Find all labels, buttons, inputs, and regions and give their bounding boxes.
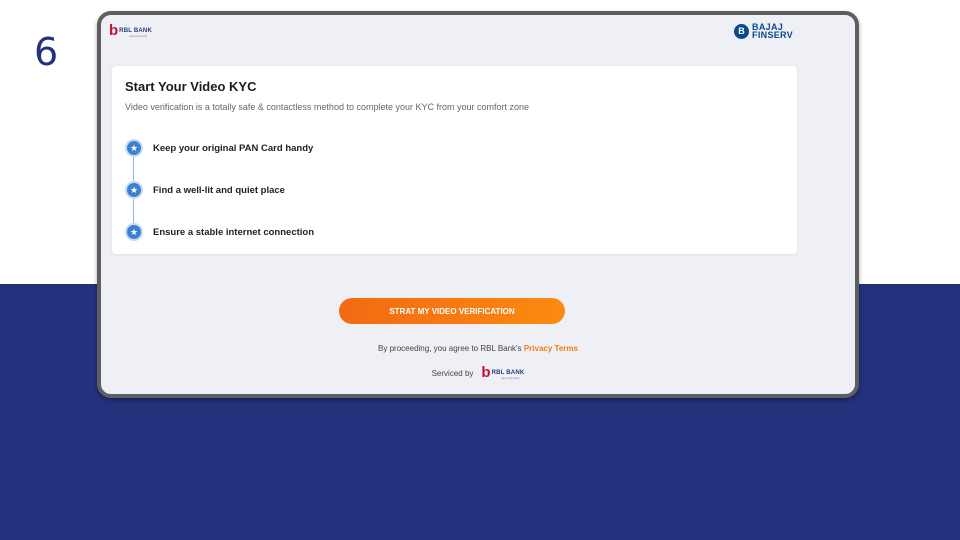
rbl-logo-mark: b <box>481 364 491 381</box>
rbl-logo-mark: b <box>109 22 119 39</box>
kyc-step: ★ Ensure a stable internet connection <box>125 223 314 241</box>
rbl-bank-footer-logo: b RBL BANK apno ka bank <box>481 364 524 381</box>
bajaj-emblem-icon: B <box>734 23 750 39</box>
kyc-step-label: Keep your original PAN Card handy <box>153 142 314 154</box>
serviced-by-label: Serviced by <box>431 368 474 378</box>
kyc-subtitle: Video verification is a totally safe & c… <box>125 102 530 112</box>
star-icon: ★ <box>125 139 143 157</box>
start-video-verification-button[interactable]: STRAT MY VIDEO VERIFICATION <box>339 298 565 324</box>
star-icon: ★ <box>125 181 143 199</box>
step-number: 6 <box>34 30 59 74</box>
privacy-terms-link[interactable]: Privacy Terms <box>524 344 578 353</box>
rbl-logo-tagline: apno ka bank <box>501 376 520 380</box>
top-bar: b RBL BANK apno ka bank B BAJAJ FINSERV <box>101 15 855 55</box>
kyc-step-label: Ensure a stable internet connection <box>153 226 315 238</box>
bajaj-logo-line2: FINSERV <box>752 30 793 40</box>
serviced-by: Serviced by b RBL BANK apno ka bank <box>101 364 855 381</box>
kyc-card: Start Your Video KYC Video verification … <box>112 66 797 254</box>
star-icon: ★ <box>125 223 143 241</box>
kyc-step-label: Find a well-lit and quiet place <box>153 184 285 196</box>
kyc-title: Start Your Video KYC <box>125 79 257 94</box>
kyc-step: ★ Keep your original PAN Card handy <box>125 139 313 157</box>
bajaj-finserv-logo: B BAJAJ FINSERV <box>734 23 793 40</box>
rbl-logo-tagline: apno ka bank <box>129 34 148 38</box>
consent-text: By proceeding, you agree to RBL Bank's P… <box>101 344 855 353</box>
device-frame: b RBL BANK apno ka bank B BAJAJ FINSERV … <box>97 11 859 398</box>
consent-prefix: By proceeding, you agree to RBL Bank's <box>378 344 522 353</box>
kyc-step: ★ Find a well-lit and quiet place <box>125 181 285 199</box>
rbl-bank-logo: b RBL BANK apno ka bank <box>109 22 152 39</box>
